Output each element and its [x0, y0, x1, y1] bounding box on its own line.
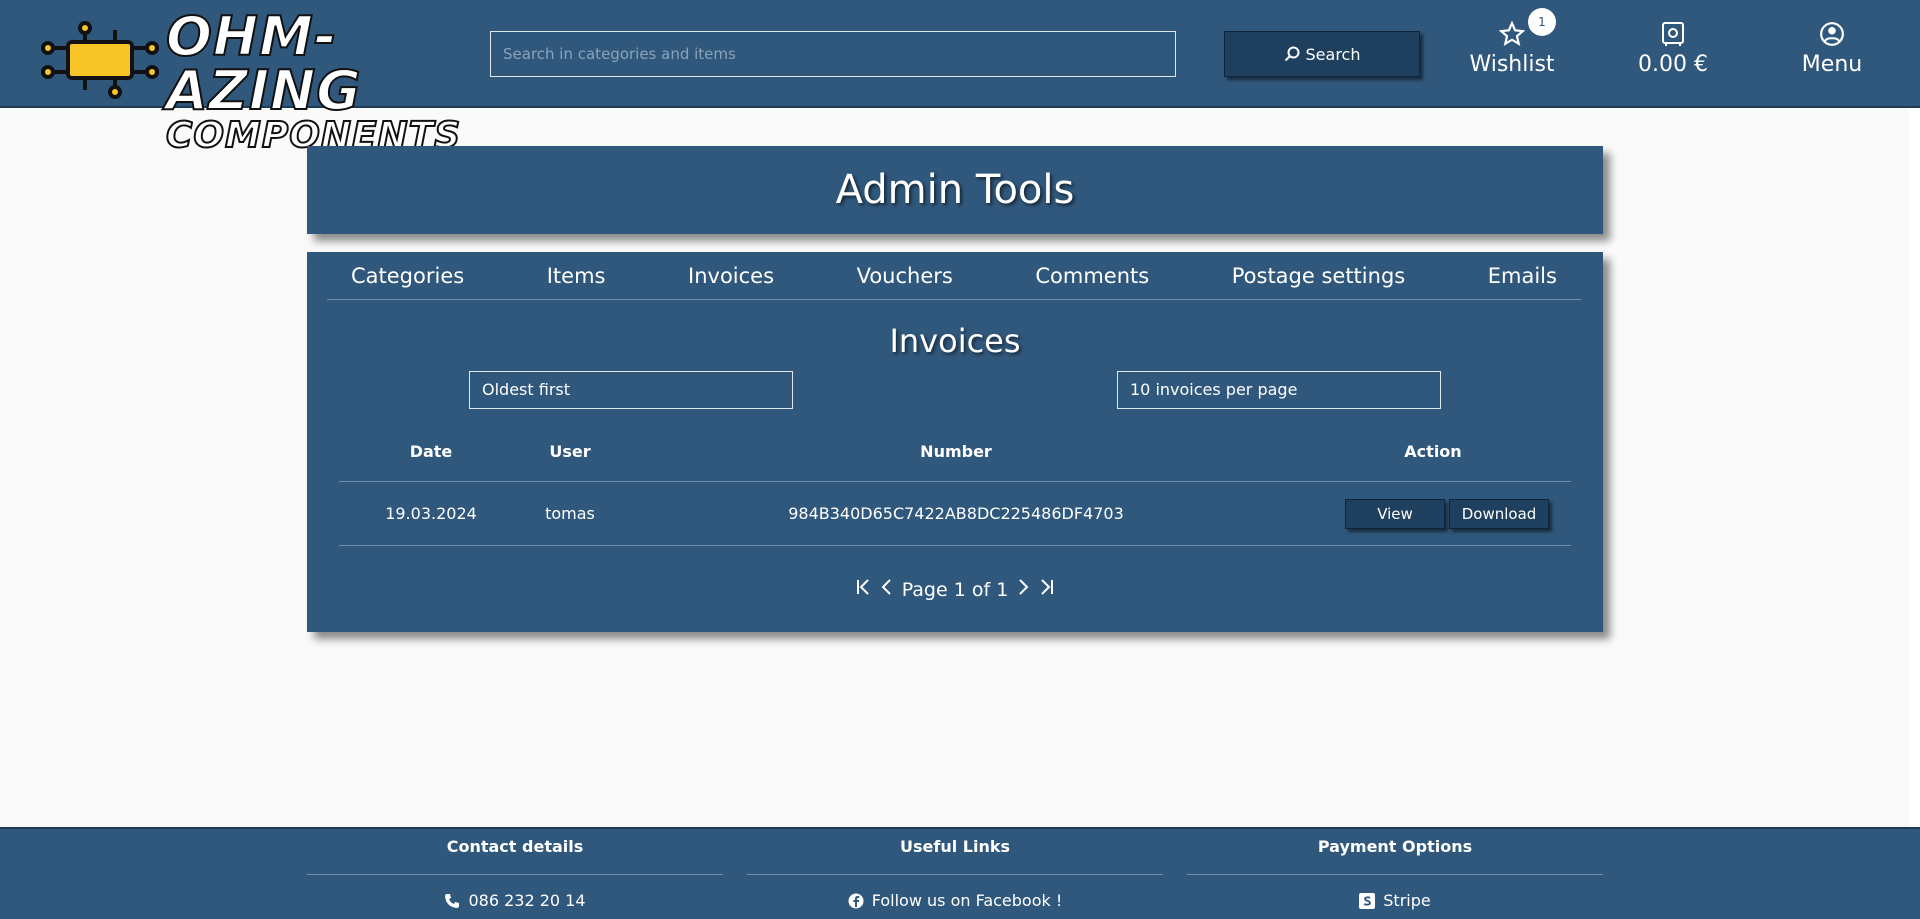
- footer-facebook-text: Follow us on Facebook !: [871, 891, 1063, 910]
- footer-payment: Payment Options Stripe: [1187, 829, 1603, 910]
- admin-panel: Categories Items Invoices Vouchers Comme…: [307, 252, 1603, 632]
- menu-link[interactable]: Menu: [1782, 16, 1882, 77]
- phone-icon: [445, 893, 460, 908]
- logo-line1: OHM-AZING: [165, 5, 362, 122]
- page-title: Admin Tools: [835, 167, 1075, 213]
- stripe-icon: [1359, 892, 1376, 909]
- footer-stripe-text: Stripe: [1383, 891, 1431, 910]
- header-action: Action: [1404, 442, 1462, 461]
- footer-links: Useful Links Follow us on Facebook !: [747, 829, 1163, 910]
- wishlist-count-badge: 1: [1528, 8, 1556, 36]
- header-date: Date: [409, 442, 453, 461]
- footer-stripe: Stripe: [1187, 891, 1603, 910]
- search-input[interactable]: [490, 31, 1176, 77]
- footer-payment-title: Payment Options: [1187, 837, 1603, 875]
- search-icon: [1284, 46, 1300, 62]
- site-footer: Contact details 086 232 20 14 Useful Lin…: [0, 827, 1920, 919]
- footer-contact: Contact details 086 232 20 14: [307, 829, 723, 910]
- invoice-actions: View Download: [1295, 498, 1571, 529]
- section-title: Invoices: [889, 322, 1021, 360]
- footer-facebook-link[interactable]: Follow us on Facebook !: [747, 891, 1163, 910]
- last-page-icon[interactable]: [1040, 578, 1054, 601]
- invoice-user: tomas: [545, 504, 595, 523]
- tab-postage-settings[interactable]: Postage settings: [1232, 264, 1405, 288]
- invoices-table: Date User Number Action 19.03.2024 tomas…: [339, 422, 1571, 546]
- page-indicator: Page 1 of 1: [901, 578, 1009, 601]
- next-page-icon[interactable]: [1018, 578, 1030, 601]
- chip-logo-icon: [41, 21, 159, 99]
- site-logo[interactable]: OHM-AZING COMPONENTS: [40, 9, 461, 155]
- cart-total: 0.00 €: [1638, 52, 1708, 77]
- search-button-label: Search: [1305, 44, 1361, 64]
- facebook-icon: [848, 893, 864, 908]
- header-user: User: [549, 442, 591, 461]
- search-button[interactable]: Search: [1224, 31, 1420, 77]
- pagination: Page 1 of 1: [307, 578, 1603, 601]
- menu-label: Menu: [1801, 52, 1863, 77]
- tab-items[interactable]: Items: [547, 264, 606, 288]
- admin-tabs: Categories Items Invoices Vouchers Comme…: [327, 252, 1581, 300]
- tab-categories[interactable]: Categories: [351, 264, 464, 288]
- sort-order-select[interactable]: Oldest first: [469, 371, 793, 409]
- invoice-number: 984B340D65C7422AB8DC225486DF4703: [788, 504, 1124, 523]
- safe-icon: [1618, 16, 1728, 52]
- admin-title-box: Admin Tools: [307, 146, 1603, 234]
- tab-comments[interactable]: Comments: [1035, 264, 1149, 288]
- tab-invoices[interactable]: Invoices: [688, 264, 774, 288]
- per-page-select[interactable]: 10 invoices per page: [1117, 371, 1441, 409]
- prev-page-icon[interactable]: [880, 578, 892, 601]
- footer-phone-text: 086 232 20 14: [468, 891, 586, 910]
- table-row: 19.03.2024 tomas 984B340D65C7422AB8DC225…: [339, 482, 1571, 546]
- view-button[interactable]: View: [1345, 498, 1445, 529]
- wishlist-label: Wishlist: [1469, 52, 1555, 77]
- logo-wordmark: OHM-AZING COMPONENTS: [165, 5, 461, 155]
- footer-contact-title: Contact details: [307, 837, 723, 875]
- tab-vouchers[interactable]: Vouchers: [857, 264, 953, 288]
- cart-link[interactable]: 0.00 €: [1618, 16, 1728, 77]
- download-button[interactable]: Download: [1449, 498, 1549, 529]
- tab-emails[interactable]: Emails: [1488, 264, 1557, 288]
- footer-phone[interactable]: 086 232 20 14: [307, 891, 723, 910]
- site-header: OHM-AZING COMPONENTS Search Wishlist 1 0…: [0, 0, 1920, 155]
- first-page-icon[interactable]: [856, 578, 870, 601]
- invoice-date: 19.03.2024: [385, 504, 477, 523]
- footer-links-title: Useful Links: [747, 837, 1163, 875]
- scrollbar[interactable]: [1909, 108, 1920, 827]
- user-circle-icon: [1782, 16, 1882, 52]
- header-number: Number: [920, 442, 992, 461]
- table-header: Date User Number Action: [339, 422, 1571, 482]
